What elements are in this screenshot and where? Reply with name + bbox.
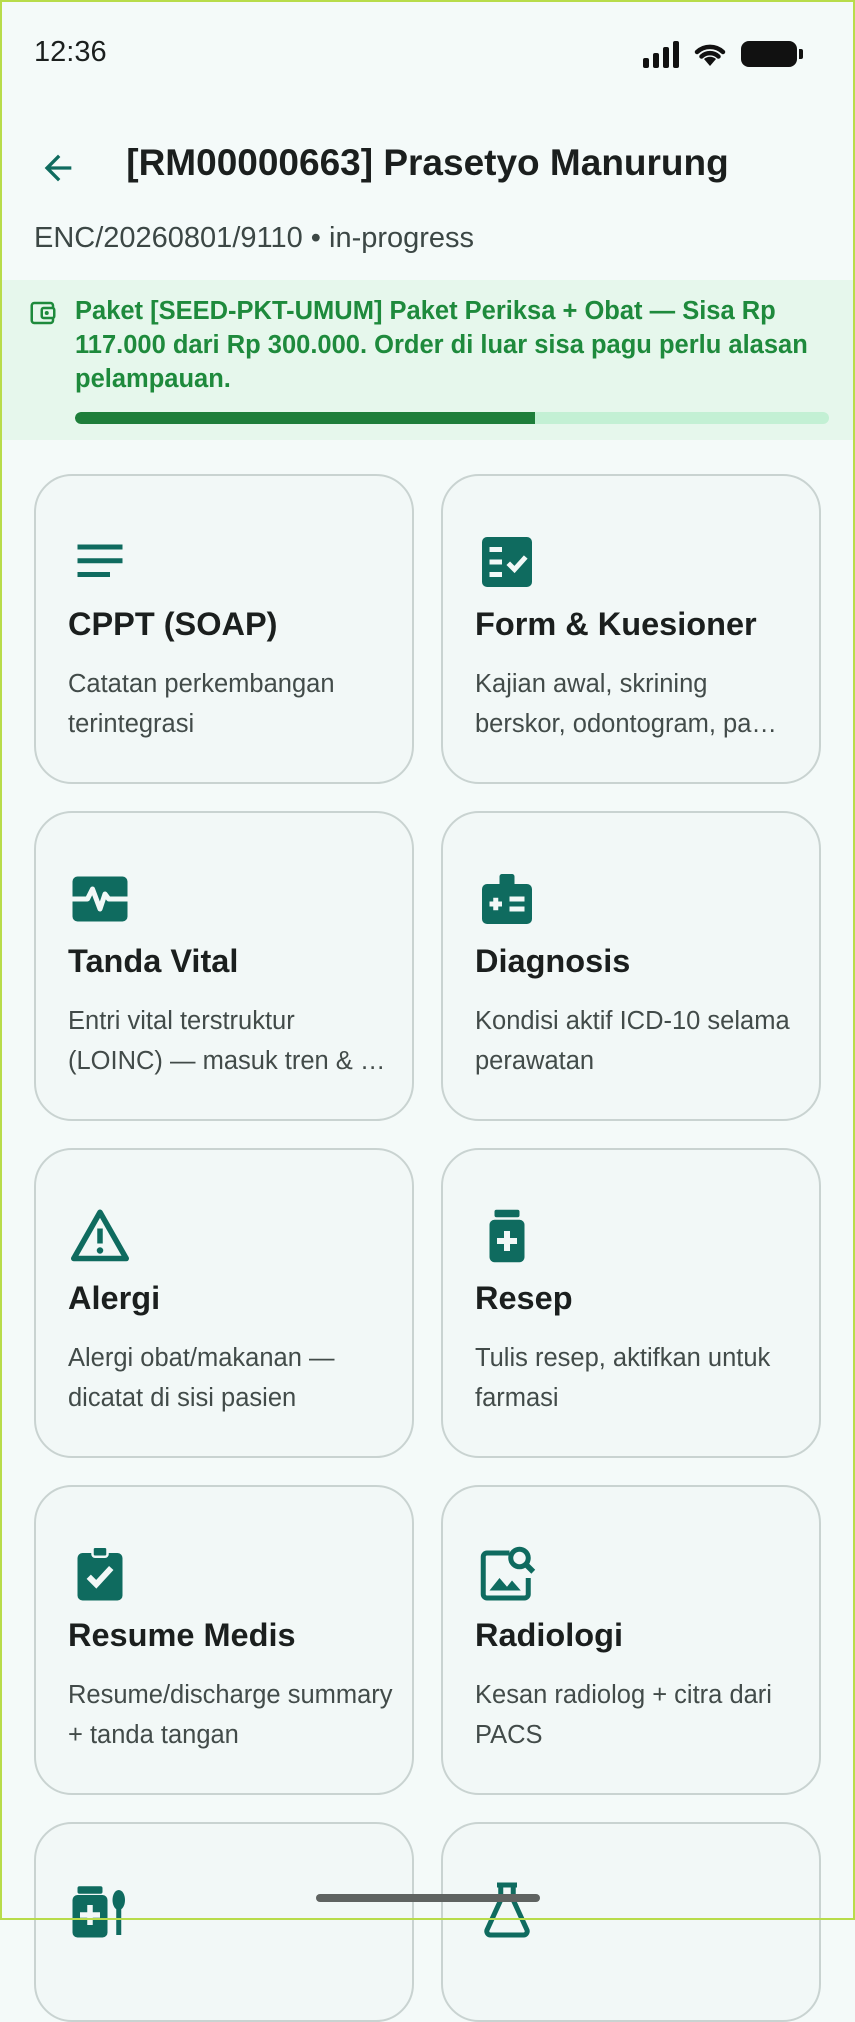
status-bar: 12:36: [0, 0, 855, 110]
menu-card-desc: Kajian awal, skrining berskor, odontogra…: [475, 670, 777, 738]
menu-card-cppt[interactable]: CPPT (SOAP) Catatan perkembangan terinte…: [34, 474, 414, 784]
menu-card-title: Form & Kuesioner: [475, 606, 757, 642]
menu-card-title: Diagnosis: [475, 943, 631, 979]
package-banner: Paket [SEED-PKT-UMUM] Paket Periksa + Ob…: [0, 280, 855, 440]
menu-card-desc: Resume/discharge summary + tanda tangan: [68, 1681, 393, 1749]
medical-nutrition-icon: [72, 1886, 125, 1938]
warning-icon: [71, 1209, 129, 1262]
menu-card-desc: Catatan perkembangan terintegrasi: [68, 670, 335, 738]
menu-card-desc: Kondisi aktif ICD-10 selama perawatan: [475, 1007, 790, 1075]
menu-card-title: Resep: [475, 1280, 573, 1316]
menu-card-desc: Kesan radiolog + citra dari PACS: [475, 1681, 772, 1749]
menu-card-desc: Alergi obat/makanan — dicatat di sisi pa…: [68, 1344, 335, 1412]
menu-card-title: Radiologi: [475, 1617, 624, 1653]
menu-card-title: Resume Medis: [68, 1617, 296, 1653]
image-search-icon: [480, 1546, 536, 1601]
menu-card-radiologi[interactable]: Radiologi Kesan radiolog + citra dari PA…: [441, 1485, 821, 1795]
menu-card-alergi[interactable]: Alergi Alergi obat/makanan — dicatat di …: [34, 1148, 414, 1458]
wifi-icon: [694, 44, 726, 66]
menu-card-partial-left[interactable]: [34, 1822, 414, 2022]
notes-icon: [77, 544, 123, 577]
menu-card-form-kuesioner[interactable]: Form & Kuesioner Kajian awal, skrining b…: [441, 474, 821, 784]
status-icons: [643, 40, 803, 68]
wallet-icon: [30, 301, 56, 325]
clipboard-check-icon: [77, 1545, 123, 1601]
package-banner-text: Paket [SEED-PKT-UMUM] Paket Periksa + Ob…: [75, 297, 808, 393]
package-quota-progress: [75, 412, 829, 424]
menu-card-title: CPPT (SOAP): [68, 606, 278, 642]
menu-card-partial-right[interactable]: [441, 1822, 821, 2022]
medication-icon: [489, 1209, 525, 1263]
diagnosis-icon: [482, 874, 532, 924]
battery-icon: [741, 41, 803, 67]
form-checklist-icon: [482, 537, 532, 587]
lab-flask-icon: [484, 1882, 530, 1938]
menu-card-title: Alergi: [68, 1280, 161, 1316]
vital-signs-icon: [72, 876, 128, 922]
page-title: [RM00000663] Prasetyo Manurung: [126, 142, 729, 183]
menu-card-desc: Entri vital terstruktur (LOINC) — masuk …: [68, 1007, 386, 1075]
status-time: 12:36: [34, 36, 107, 68]
menu-card-tanda-vital[interactable]: Tanda Vital Entri vital terstruktur (LOI…: [34, 811, 414, 1121]
home-indicator[interactable]: [316, 1894, 540, 1902]
signal-icon: [643, 40, 679, 68]
menu-grid: CPPT (SOAP) Catatan perkembangan terinte…: [34, 474, 821, 2022]
encounter-subtitle: ENC/20260801/9110 • in-progress: [34, 222, 475, 254]
package-quota-progress-fill: [75, 412, 535, 424]
menu-card-resep[interactable]: Resep Tulis resep, aktifkan untuk farmas…: [441, 1148, 821, 1458]
menu-card-diagnosis[interactable]: Diagnosis Kondisi aktif ICD-10 selama pe…: [441, 811, 821, 1121]
menu-card-title: Tanda Vital: [68, 943, 239, 979]
menu-card-desc: Tulis resep, aktifkan untuk farmasi: [475, 1344, 771, 1412]
menu-card-resume-medis[interactable]: Resume Medis Resume/discharge summary + …: [34, 1485, 414, 1795]
